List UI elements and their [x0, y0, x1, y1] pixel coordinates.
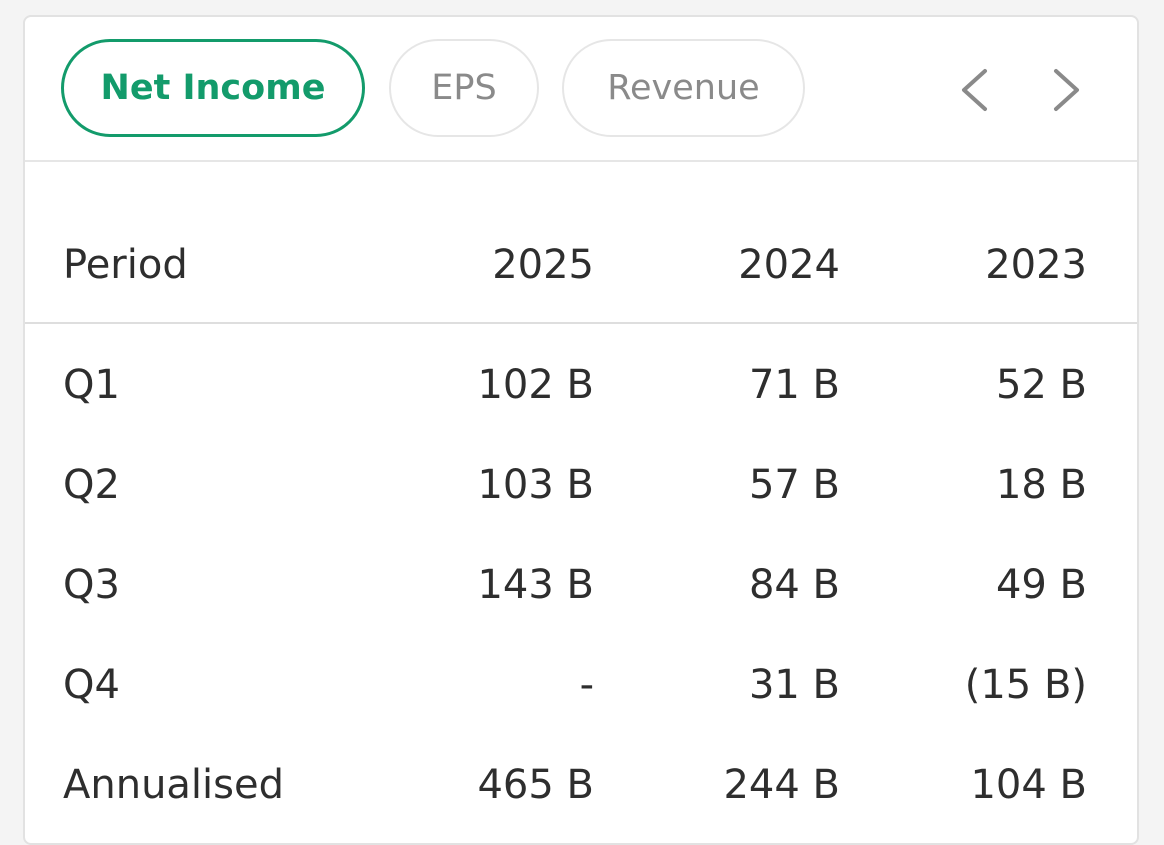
row-period: Q1	[63, 362, 120, 408]
table-row: Q3 143 B 84 B 49 B	[25, 535, 1137, 635]
chevron-right-icon	[1054, 69, 1079, 111]
header-2023: 2023	[985, 241, 1087, 288]
row-value-2025: 102 B	[477, 362, 594, 408]
header-period: Period	[63, 241, 188, 288]
row-value-2023: (15 B)	[964, 662, 1087, 708]
prev-button[interactable]	[950, 63, 998, 117]
row-period: Annualised	[63, 762, 284, 808]
table-row: Annualised 465 B 244 B 104 B	[25, 735, 1137, 835]
metric-tabs-bar: Net Income EPS Revenue	[25, 17, 1137, 162]
table-row: Q1 102 B 71 B 52 B	[25, 335, 1137, 435]
table-row: Q2 103 B 57 B 18 B	[25, 435, 1137, 535]
tab-revenue[interactable]: Revenue	[562, 39, 805, 137]
row-period: Q3	[63, 562, 120, 608]
header-2024: 2024	[738, 241, 840, 288]
tab-eps[interactable]: EPS	[389, 39, 539, 137]
row-value-2024: 57 B	[748, 462, 840, 508]
table-header: Period 2025 2024 2023	[25, 207, 1137, 324]
tab-net-income[interactable]: Net Income	[61, 39, 365, 137]
row-value-2025: 103 B	[477, 462, 594, 508]
row-value-2025: 143 B	[477, 562, 594, 608]
row-value-2025: -	[579, 662, 594, 708]
chevron-left-icon	[962, 69, 987, 111]
next-button[interactable]	[1043, 63, 1091, 117]
row-value-2023: 104 B	[970, 762, 1087, 808]
row-value-2025: 465 B	[477, 762, 594, 808]
row-value-2023: 18 B	[995, 462, 1087, 508]
header-2025: 2025	[492, 241, 594, 288]
row-value-2024: 84 B	[748, 562, 840, 608]
row-value-2023: 52 B	[995, 362, 1087, 408]
row-value-2024: 31 B	[748, 662, 840, 708]
table-row: Q4 - 31 B (15 B)	[25, 635, 1137, 735]
row-value-2024: 71 B	[748, 362, 840, 408]
row-period: Q2	[63, 462, 120, 508]
row-period: Q4	[63, 662, 120, 708]
row-value-2024: 244 B	[723, 762, 840, 808]
row-value-2023: 49 B	[995, 562, 1087, 608]
net-income-card: Net Income EPS Revenue Period 2025 2024 …	[23, 15, 1139, 845]
